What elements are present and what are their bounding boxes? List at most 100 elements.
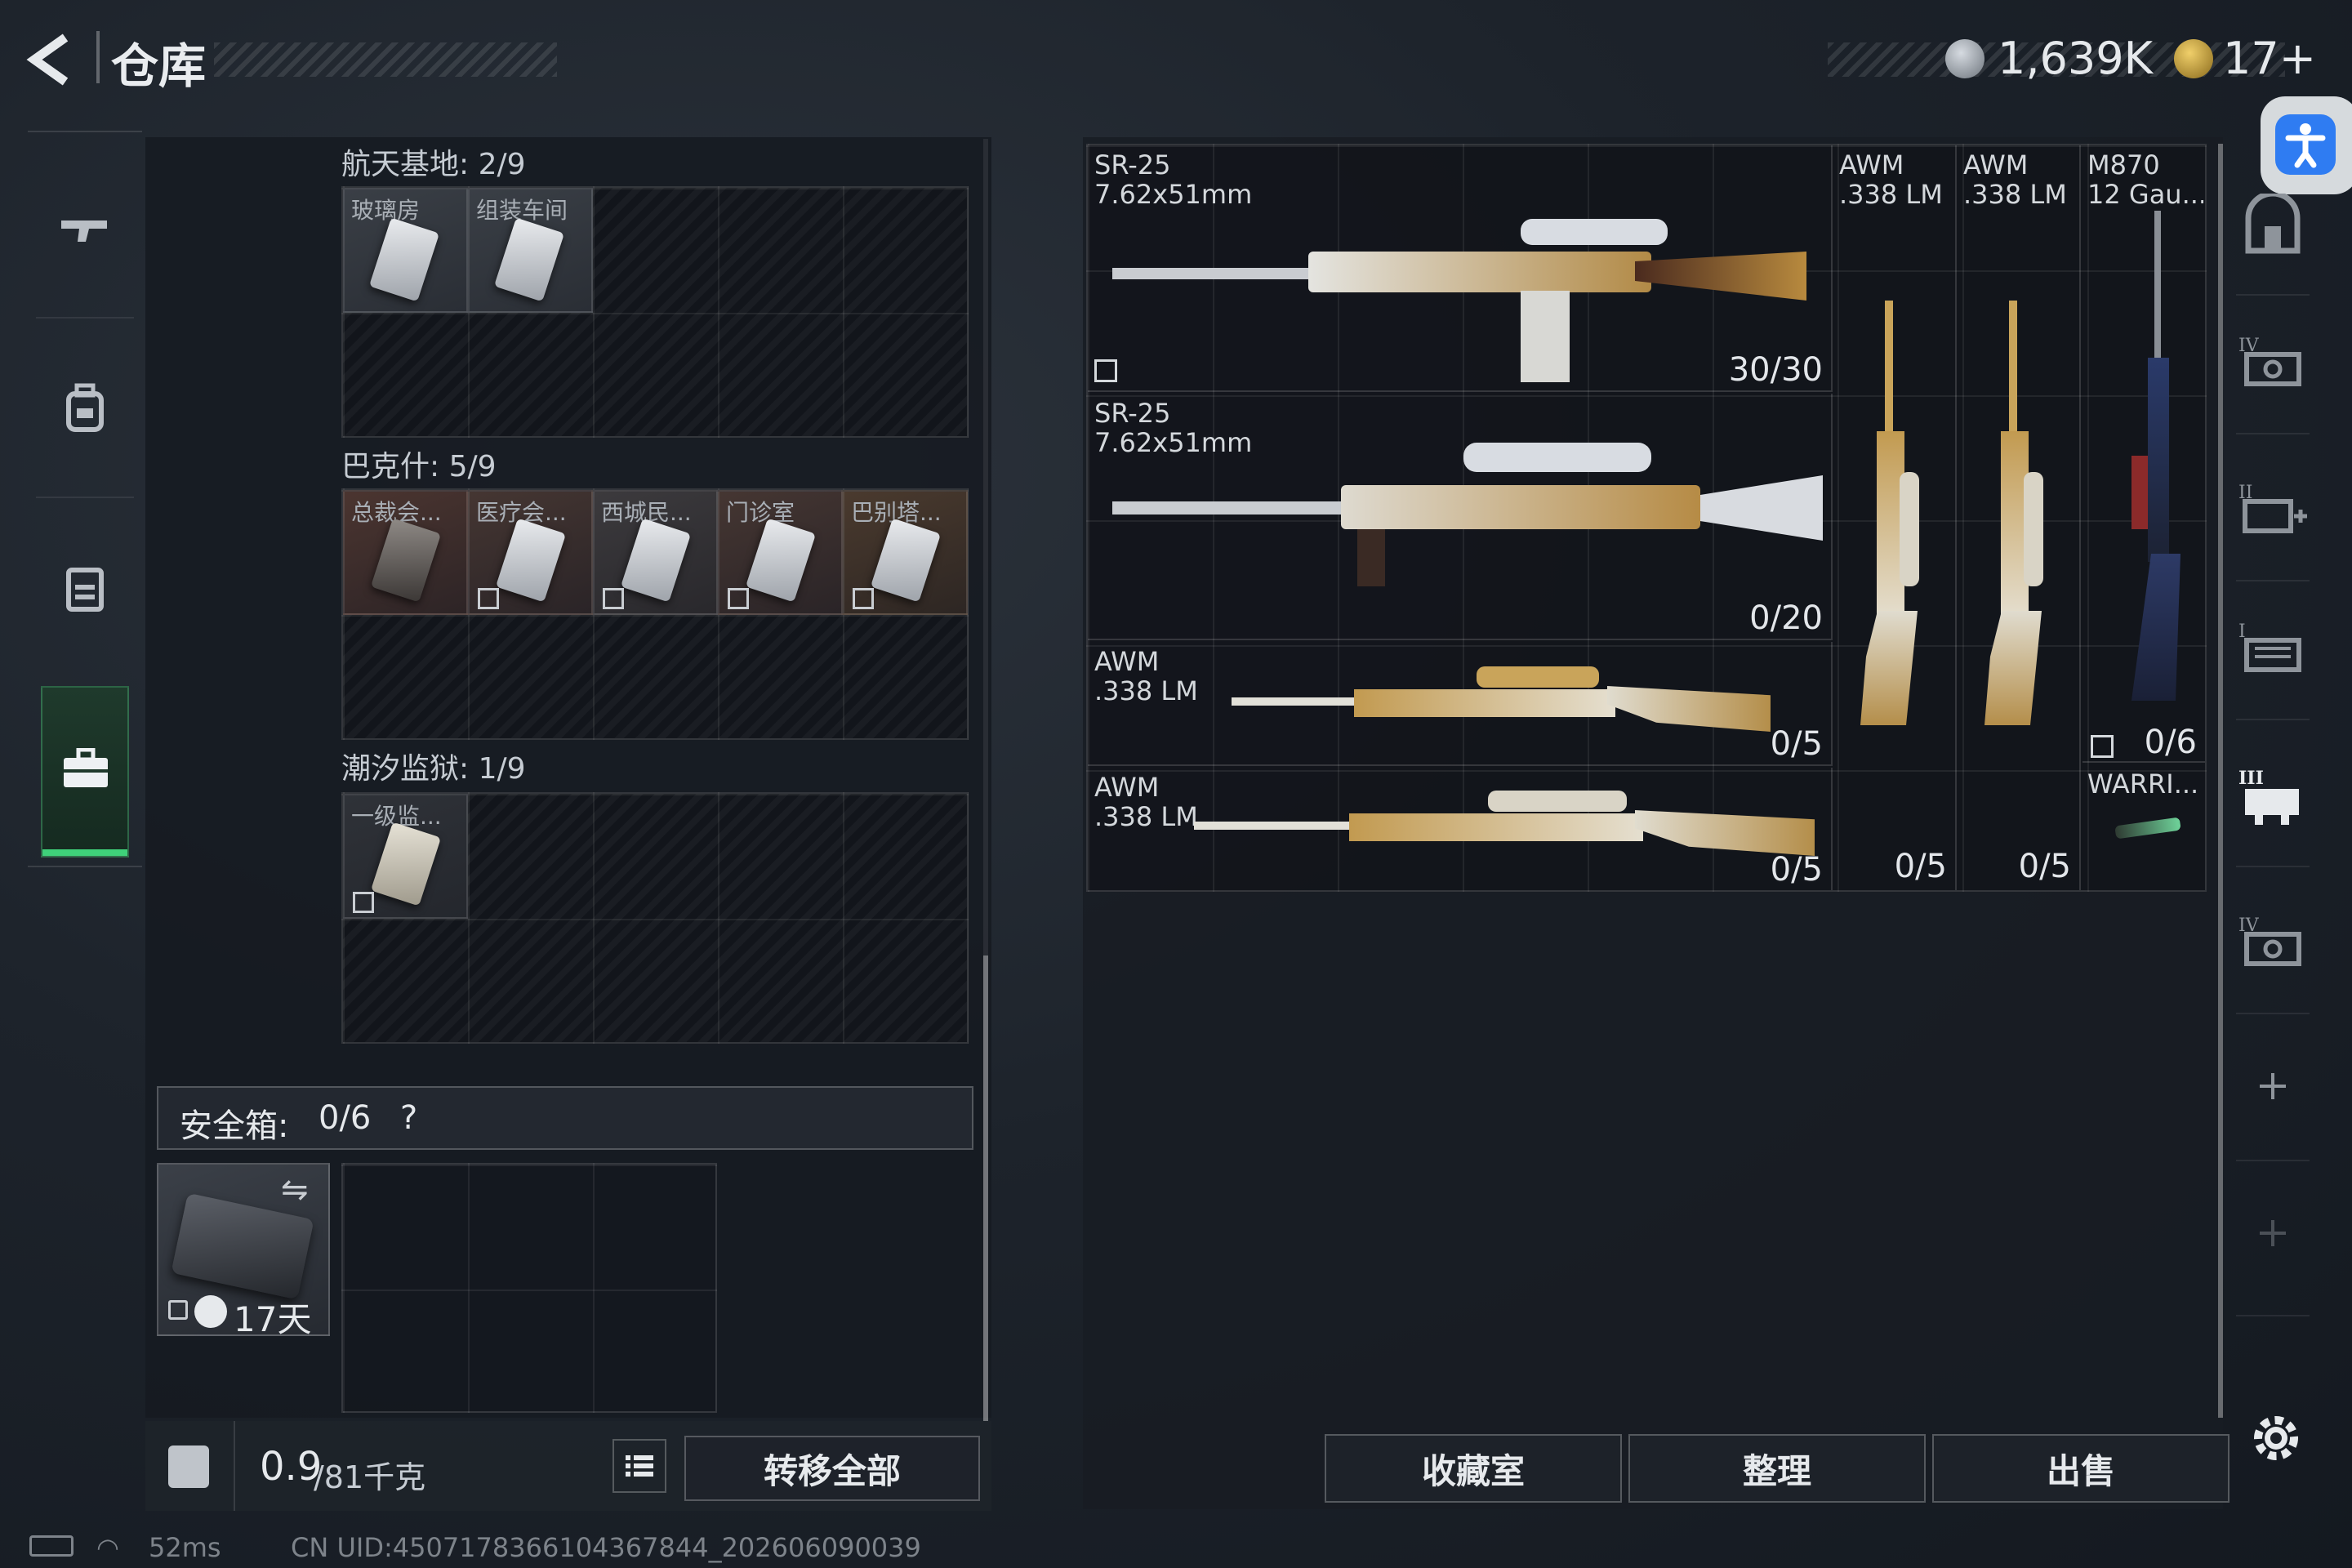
rifle-image bbox=[1112, 434, 1823, 590]
swap-icon[interactable]: ⇋ bbox=[281, 1171, 309, 1209]
weapon-item[interactable]: WARRI... bbox=[2082, 764, 2205, 890]
list-item[interactable]: 门诊室 bbox=[718, 490, 843, 615]
weapon-name: AWM bbox=[1094, 772, 1160, 803]
list-item[interactable]: 西城民... bbox=[593, 490, 718, 615]
transfer-all-button[interactable]: 转移全部 bbox=[684, 1436, 980, 1501]
battery-icon bbox=[29, 1535, 74, 1557]
weapon-name: SR-25 bbox=[1094, 398, 1171, 429]
storage-iii-icon: III bbox=[2238, 768, 2299, 825]
storage-tab-i[interactable]: I bbox=[2228, 604, 2318, 694]
collection-button[interactable]: 收藏室 bbox=[1325, 1434, 1622, 1503]
list-item[interactable]: 组装车间 bbox=[468, 188, 593, 313]
gear-icon bbox=[2254, 1416, 2298, 1460]
unbindable-icon bbox=[728, 588, 749, 609]
unbindable-icon bbox=[478, 588, 499, 609]
list-item[interactable]: 医疗会... bbox=[468, 490, 593, 615]
shotgun-image-vertical bbox=[2107, 211, 2189, 701]
list-item[interactable]: 一级监... bbox=[343, 794, 468, 919]
section-grid-1: 玻璃房 组装车间 bbox=[341, 186, 969, 438]
section-title-2: 巴克什: 5/9 bbox=[341, 450, 497, 483]
storage-iv-icon: IV bbox=[2238, 336, 2301, 386]
storage-iv-b-icon: IV bbox=[2238, 915, 2301, 966]
weapon-item[interactable]: AWM .338 LM 0/5 bbox=[1834, 145, 1957, 890]
storage-tab-iii-active[interactable]: III bbox=[2228, 751, 2318, 841]
section-grid-3: 一级监... bbox=[341, 792, 969, 1044]
section-title-3: 潮汐监狱: 1/9 bbox=[341, 752, 526, 786]
lock-icon bbox=[168, 1300, 188, 1320]
ticket-icon bbox=[2174, 39, 2213, 78]
weapon-item[interactable]: M870 12 Gau... 0/6 bbox=[2082, 145, 2205, 763]
left-nav bbox=[28, 131, 142, 874]
list-item[interactable]: 巴别塔... bbox=[843, 490, 968, 615]
storage-tab-iv-b[interactable]: IV bbox=[2228, 898, 2318, 988]
uid-text: CN UID:4507178366104367844_202606090039 bbox=[291, 1532, 921, 1563]
status-bar: ◠ 52ms CN UID:4507178366104367844_202606… bbox=[0, 1527, 2352, 1568]
storage-tab-ii[interactable]: II bbox=[2228, 466, 2318, 555]
ping-text: 52ms bbox=[149, 1532, 221, 1563]
weight-icon bbox=[168, 1446, 209, 1488]
document-icon bbox=[370, 822, 442, 906]
document-icon bbox=[870, 518, 942, 603]
back-button[interactable] bbox=[24, 31, 82, 88]
weapon-scrollbar[interactable] bbox=[2218, 144, 2223, 1418]
nav-backpack[interactable] bbox=[28, 368, 142, 449]
storage-tab-iv[interactable]: IV bbox=[2228, 318, 2318, 408]
sell-button[interactable]: 出售 bbox=[1932, 1434, 2230, 1503]
weapon-name: AWM bbox=[1094, 646, 1160, 677]
unbindable-icon bbox=[353, 892, 374, 913]
storage-i-icon: I bbox=[2238, 621, 2301, 672]
svg-text:III: III bbox=[2238, 768, 2264, 789]
document-icon bbox=[370, 518, 442, 603]
unbindable-icon bbox=[1094, 359, 1117, 382]
safe-box-label: 安全箱: bbox=[180, 1107, 289, 1145]
header-stripe bbox=[214, 42, 557, 77]
currency-amount: 1,639K bbox=[1998, 33, 2154, 84]
ammo-count: 0/6 bbox=[2144, 724, 2197, 761]
wifi-icon: ◠ bbox=[96, 1532, 119, 1563]
weapon-item[interactable]: AWM .338 LM 0/5 bbox=[1088, 642, 1833, 766]
currency-coin-icon bbox=[1945, 39, 1984, 78]
ammo-count: 0/20 bbox=[1749, 599, 1823, 637]
nav-safebox-active[interactable] bbox=[41, 686, 129, 858]
ammo-count: 0/5 bbox=[1894, 848, 1947, 885]
section-title-1: 航天基地: 2/9 bbox=[341, 148, 526, 181]
ticket-amount[interactable]: 17+ bbox=[2223, 33, 2316, 84]
weapon-item[interactable]: SR-25 7.62x51mm 0/20 bbox=[1088, 394, 1833, 640]
ammo-count: 30/30 bbox=[1728, 351, 1823, 389]
sort-button[interactable]: 整理 bbox=[1628, 1434, 1926, 1503]
list-item[interactable]: 玻璃房 bbox=[343, 188, 468, 313]
add-icon-disabled bbox=[2260, 1220, 2286, 1246]
weapon-item[interactable]: AWM .338 LM 0/5 bbox=[1958, 145, 2081, 890]
safe-box-grid bbox=[341, 1163, 717, 1413]
list-icon bbox=[626, 1455, 653, 1477]
clock-icon bbox=[194, 1295, 227, 1328]
right-nav: IV II I III IV bbox=[2228, 163, 2318, 1372]
weapon-name: AWM bbox=[1963, 149, 2029, 180]
list-item[interactable]: 总裁会... bbox=[343, 490, 468, 615]
weapon-caliber: .338 LM bbox=[1963, 179, 2067, 210]
nav-weapons[interactable] bbox=[28, 188, 142, 270]
weapon-item[interactable]: SR-25 7.62x51mm 30/30 bbox=[1088, 145, 1833, 392]
nav-vest[interactable] bbox=[28, 547, 142, 629]
unbindable-icon bbox=[2091, 735, 2114, 758]
weapon-caliber: .338 LM bbox=[1839, 179, 1943, 210]
header: 仓库 1,639K 17+ bbox=[0, 0, 2352, 122]
weapon-name: SR-25 bbox=[1094, 149, 1171, 180]
add-storage-button[interactable] bbox=[2228, 1054, 2318, 1119]
list-view-button[interactable] bbox=[612, 1439, 666, 1493]
storage-scrollbar[interactable] bbox=[983, 139, 988, 1421]
weapon-caliber: .338 LM bbox=[1094, 675, 1198, 706]
weapon-caliber: .338 LM bbox=[1094, 801, 1198, 832]
safe-box-count: 0/6 bbox=[318, 1099, 372, 1137]
page-title: 仓库 bbox=[111, 38, 207, 94]
section-grid-2: 总裁会... 医疗会... 西城民... 门诊室 巴别塔... bbox=[341, 488, 969, 740]
vault-tab[interactable] bbox=[2228, 180, 2318, 270]
weapon-item[interactable]: AWM .338 LM 0/5 bbox=[1088, 768, 1833, 890]
weight-unit: /81千克 bbox=[314, 1459, 426, 1495]
ammo-count: 0/5 bbox=[2018, 848, 2071, 885]
help-button[interactable]: ? bbox=[400, 1099, 417, 1137]
sniper-image-vertical bbox=[1975, 301, 2056, 725]
storage-footer: 0.9 /81千克 转移全部 bbox=[145, 1421, 991, 1511]
settings-button[interactable] bbox=[2247, 1410, 2305, 1467]
safe-box-item[interactable]: ⇋ 17天 bbox=[157, 1163, 330, 1339]
